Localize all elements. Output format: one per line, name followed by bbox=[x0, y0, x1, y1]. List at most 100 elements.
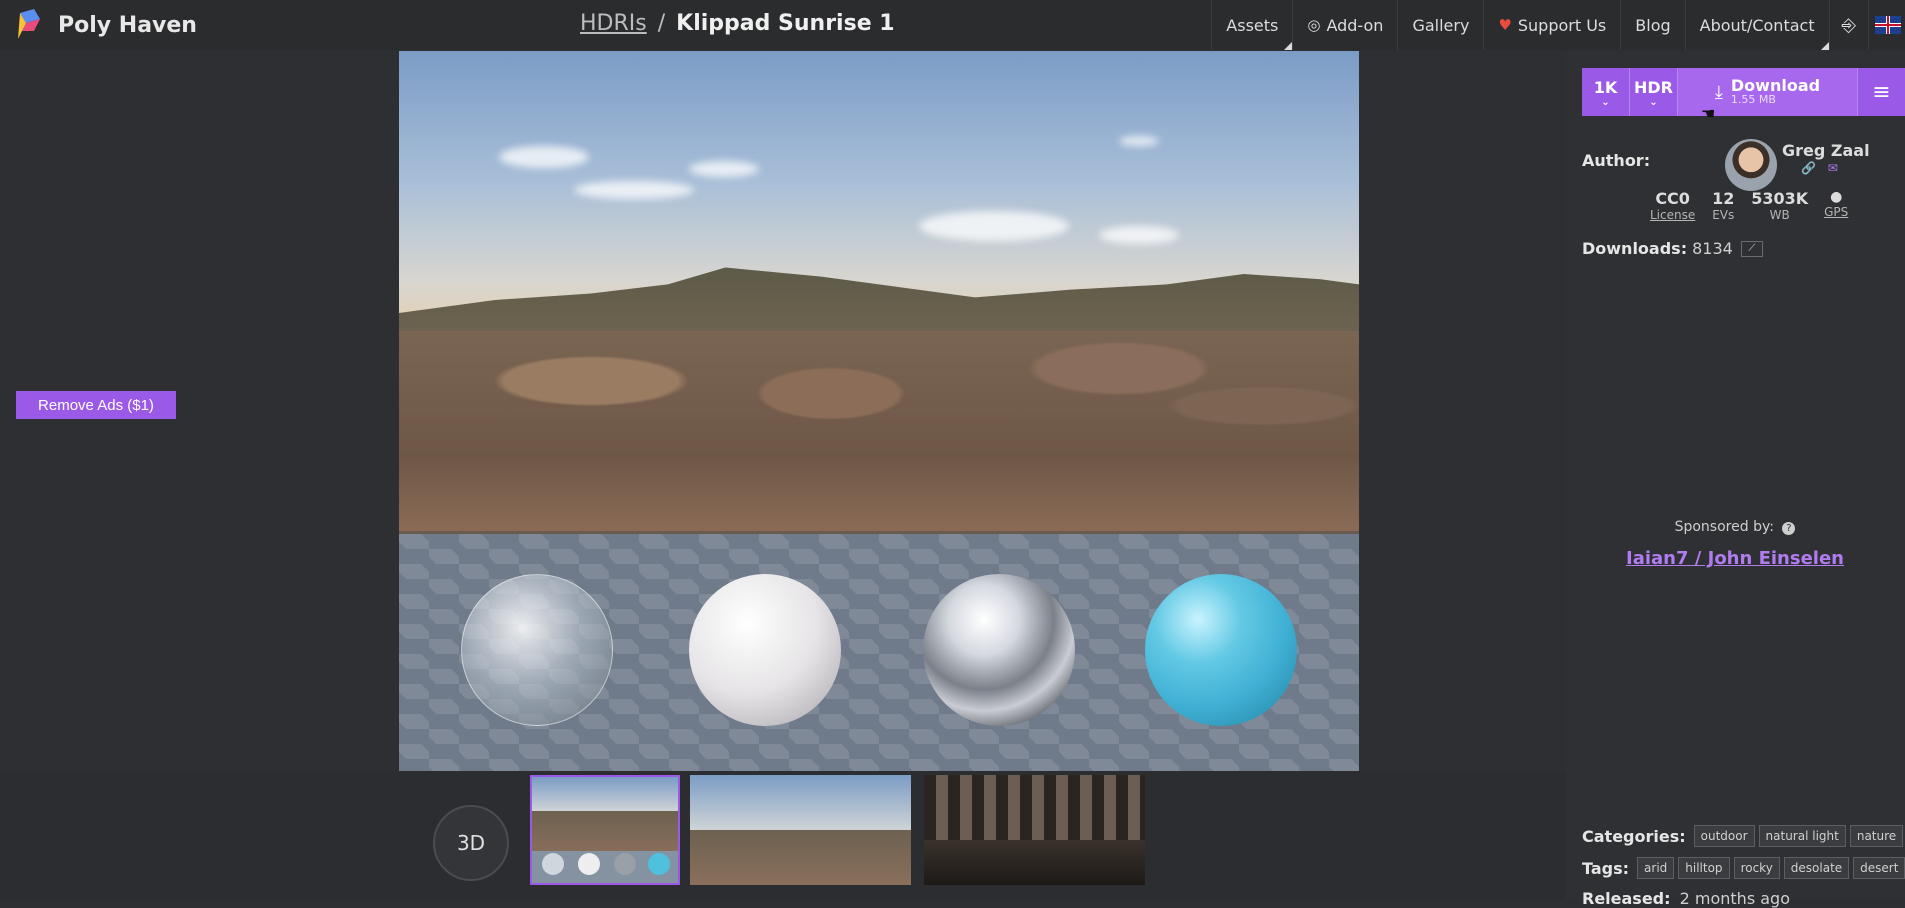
blender-icon: ◎ bbox=[1307, 16, 1321, 34]
mouse-cursor-icon: ☚ bbox=[1701, 104, 1716, 123]
resolution-dropdown[interactable]: 1K ⌄ bbox=[1582, 68, 1630, 116]
login-button[interactable]: ⎆ bbox=[1828, 0, 1868, 50]
login-icon: ⎆ bbox=[1841, 14, 1856, 36]
nav-blog-label: Blog bbox=[1635, 15, 1671, 35]
hdri-preview-image[interactable] bbox=[399, 51, 1359, 771]
released-row: Released: 2 months ago bbox=[1582, 889, 1790, 908]
nav-support-label: Support Us bbox=[1517, 15, 1607, 35]
nav-assets-label: Assets bbox=[1226, 15, 1279, 35]
nav-support-us[interactable]: ♥ Support Us bbox=[1483, 0, 1620, 50]
stat-value: 5303K bbox=[1751, 189, 1809, 208]
stat-key: GPS bbox=[1824, 205, 1849, 219]
download-label: Download bbox=[1730, 76, 1821, 95]
logo[interactable]: Poly Haven bbox=[0, 9, 560, 41]
category-chip[interactable]: outdoor bbox=[1693, 825, 1755, 847]
asset-sidebar: 1K ⌄ HDR ⌄ ⤓ Download 1.55 MB ≡ Author: … bbox=[1565, 51, 1905, 908]
remove-ads-button[interactable]: Remove Ads ($1) bbox=[16, 391, 176, 419]
breadcrumb-separator: / bbox=[657, 11, 666, 36]
help-icon[interactable]: ? bbox=[1782, 522, 1796, 535]
thumb-sky bbox=[690, 775, 911, 830]
category-chip[interactable]: natural light bbox=[1758, 825, 1846, 847]
released-value: 2 months ago bbox=[1679, 889, 1790, 908]
category-chip[interactable]: nature bbox=[1849, 825, 1904, 847]
thumb-sphere bbox=[648, 853, 670, 875]
breadcrumb: HDRIs / Klippad Sunrise 1 bbox=[580, 11, 895, 36]
brand-name: Poly Haven bbox=[58, 12, 197, 38]
thumbnail-panorama[interactable] bbox=[690, 775, 911, 885]
cloud bbox=[574, 181, 694, 199]
heart-icon: ♥ bbox=[1498, 16, 1512, 34]
tag-chip[interactable]: rocky bbox=[1733, 857, 1780, 879]
released-label: Released: bbox=[1582, 889, 1671, 908]
asset-stats: CC0 License 12 EVs 5303K WB ● GPS bbox=[1650, 189, 1854, 222]
toggle-3d-button[interactable]: 3D bbox=[433, 805, 509, 881]
download-menu-button[interactable]: ≡ bbox=[1857, 68, 1905, 116]
thumbnail-spheres[interactable] bbox=[530, 775, 680, 885]
nav-gallery[interactable]: Gallery bbox=[1397, 0, 1483, 50]
stat-value: 12 bbox=[1712, 189, 1735, 208]
hamburger-menu-icon: ≡ bbox=[1872, 79, 1891, 105]
cloud bbox=[499, 146, 589, 168]
stat-gps[interactable]: ● GPS bbox=[1818, 189, 1854, 222]
author-avatar[interactable] bbox=[1725, 139, 1777, 191]
sponsor-section: Sponsored by: ? bbox=[1565, 519, 1905, 535]
author-name[interactable]: Greg Zaal bbox=[1782, 141, 1870, 160]
nav-addon-label: Add-on bbox=[1326, 15, 1384, 35]
download-size: 1.55 MB bbox=[1730, 93, 1776, 106]
stat-key: License bbox=[1650, 208, 1696, 222]
nav-blog[interactable]: Blog bbox=[1620, 0, 1684, 50]
email-icon[interactable]: ✉ bbox=[1828, 161, 1838, 175]
resolution-value: 1K bbox=[1593, 77, 1618, 97]
link-icon[interactable]: 🔗 bbox=[1801, 161, 1816, 175]
tag-chip[interactable]: hilltop bbox=[1678, 857, 1730, 879]
uk-flag-icon bbox=[1875, 16, 1901, 34]
page-title: Klippad Sunrise 1 bbox=[676, 11, 895, 36]
download-bar: 1K ⌄ HDR ⌄ ⤓ Download 1.55 MB ≡ bbox=[1582, 68, 1905, 116]
breadcrumb-section-link[interactable]: HDRIs bbox=[580, 11, 647, 36]
blue-sphere bbox=[1145, 574, 1297, 726]
language-button[interactable] bbox=[1868, 0, 1905, 50]
tags-label: Tags: bbox=[1582, 858, 1630, 878]
stat-key: EVs bbox=[1712, 208, 1735, 222]
thumb-interior bbox=[924, 775, 1145, 885]
sponsor-link[interactable]: Iaian7 / John Einselen bbox=[1565, 548, 1905, 569]
author-label: Author: bbox=[1582, 151, 1651, 170]
downloads-label: Downloads: bbox=[1582, 239, 1688, 258]
nav-about-label: About/Contact bbox=[1699, 15, 1815, 35]
author-section: Author: Greg Zaal 🔗 ✉ bbox=[1582, 137, 1892, 193]
chevron-down-icon: ⌄ bbox=[1649, 96, 1658, 108]
thumb-sphere bbox=[542, 853, 564, 875]
categories-label: Categories: bbox=[1582, 826, 1686, 846]
stat-key: WB bbox=[1769, 208, 1790, 222]
cloud bbox=[689, 161, 759, 177]
tags-row: Tags: arid hilltop rocky desolate desert… bbox=[1582, 857, 1905, 879]
format-dropdown[interactable]: HDR ⌄ bbox=[1630, 68, 1678, 116]
top-header: Poly Haven HDRIs / Klippad Sunrise 1 Ass… bbox=[0, 0, 1905, 50]
thumb-sphere bbox=[578, 853, 600, 875]
cloud bbox=[1119, 136, 1159, 146]
chart-icon[interactable]: ⟋ bbox=[1740, 240, 1763, 257]
main-nav: Assets ◎ Add-on Gallery ♥ Support Us Blo… bbox=[1211, 0, 1905, 50]
nav-addon[interactable]: ◎ Add-on bbox=[1292, 0, 1397, 50]
thumbnail-interior-render[interactable] bbox=[924, 775, 1145, 885]
download-icon: ⤓ bbox=[1714, 81, 1723, 103]
download-count: Downloads: 8134 ⟋ bbox=[1582, 239, 1763, 258]
cloud bbox=[1099, 226, 1179, 244]
thumb-land bbox=[690, 830, 911, 885]
stat-value: CC0 bbox=[1655, 189, 1690, 208]
chrome-sphere bbox=[923, 574, 1075, 726]
nav-assets[interactable]: Assets bbox=[1211, 0, 1293, 50]
poly-haven-logo-icon bbox=[18, 9, 40, 39]
stat-evs: 12 EVs bbox=[1705, 189, 1741, 222]
format-value: HDR bbox=[1634, 77, 1673, 97]
categories-row: Categories: outdoor natural light nature… bbox=[1582, 825, 1905, 847]
white-sphere bbox=[689, 574, 841, 726]
toggle-3d-label: 3D bbox=[456, 831, 486, 855]
map-pin-icon: ● bbox=[1830, 189, 1843, 205]
tag-chip[interactable]: arid bbox=[1637, 857, 1675, 879]
stat-license[interactable]: CC0 License bbox=[1650, 189, 1695, 222]
nav-about-contact[interactable]: About/Contact bbox=[1684, 0, 1829, 50]
tag-chip[interactable]: desolate bbox=[1783, 857, 1850, 879]
stat-white-balance: 5303K WB bbox=[1751, 189, 1808, 222]
tag-chip[interactable]: desert bbox=[1853, 857, 1905, 879]
